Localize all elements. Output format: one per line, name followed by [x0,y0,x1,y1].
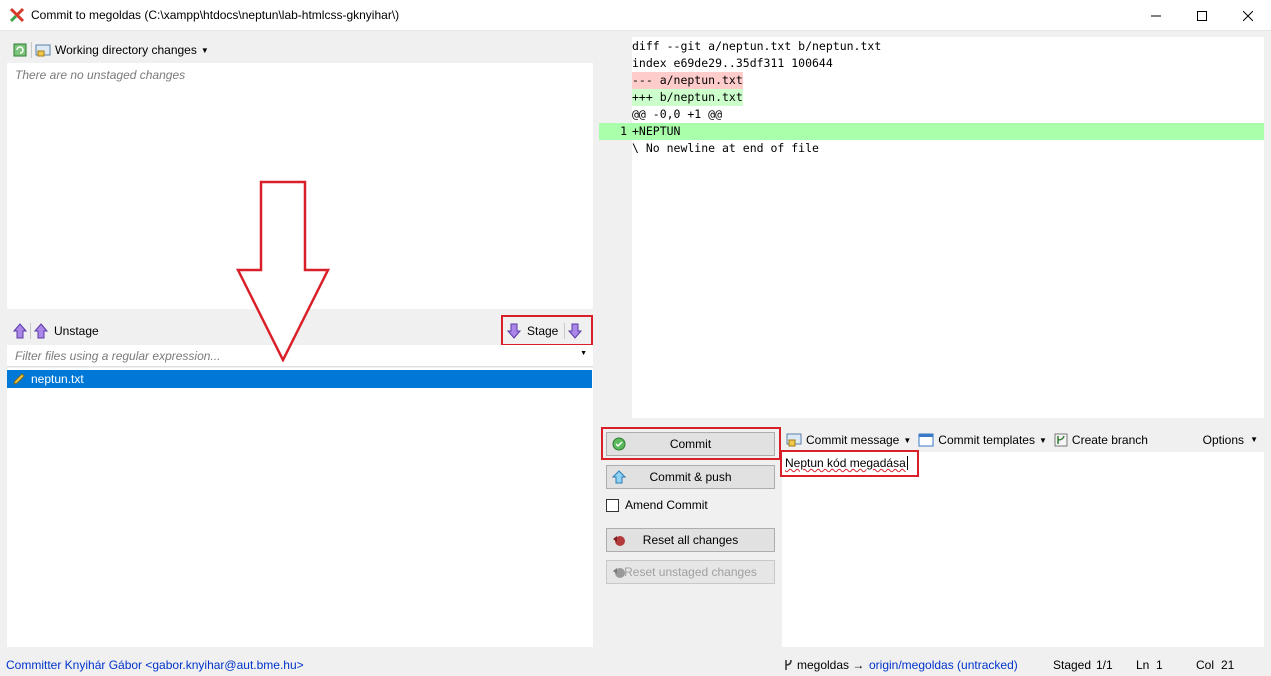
unstaged-toolbar: Working directory changes ▼ [7,37,593,63]
unstage-all-icon[interactable] [13,322,27,339]
line-value: 1 [1156,658,1163,672]
diff-line-number: 1 [599,123,632,140]
diff-gutter [599,37,632,418]
diff-line: +++ b/neptun.txt [632,89,743,106]
reset-all-button[interactable]: Reset all changes [606,528,775,552]
minimize-button[interactable] [1133,0,1179,31]
git-extensions-icon [9,7,25,23]
commit-message-dropdown[interactable]: Commit message [806,433,899,447]
push-arrow-icon [612,470,626,484]
stage-highlight-box [501,315,593,346]
current-branch: megoldas → [797,658,865,672]
chevron-down-icon[interactable]: ▼ [1039,436,1047,445]
filter-dropdown-icon[interactable]: ▼ [580,350,587,357]
reset-all-label: Reset all changes [642,533,739,547]
commit-message-icon [786,433,802,447]
chevron-down-icon[interactable]: ▼ [903,436,911,445]
diff-line: diff --git a/neptun.txt b/neptun.txt [632,39,882,53]
staged-label: Staged [1053,658,1092,672]
amend-commit-checkbox[interactable]: Amend Commit [606,497,708,513]
branch-icon [785,659,792,670]
diff-line: index e69de29..35df311 100644 [632,56,833,70]
toolbar-separator [31,42,32,58]
reset-unstaged-button[interactable]: Reset unstaged changes [606,560,775,584]
unstage-icon[interactable] [34,322,48,339]
remote-branch[interactable]: origin/megoldas (untracked) [869,658,1018,672]
window-title: Commit to megoldas (C:\xampp\htdocs\nept… [31,8,400,22]
working-directory-dropdown[interactable]: Working directory changes [55,43,197,57]
annotation-arrow-icon [236,180,330,362]
commit-message-toolbar: Commit message ▼ Commit templates ▼ Crea… [782,428,1264,452]
pencil-icon [13,373,25,385]
reset-unstaged-icon [613,568,625,578]
close-icon [1243,10,1253,21]
options-dropdown[interactable]: Options [1203,433,1244,447]
diff-line: @@ -0,0 +1 @@ [632,107,723,121]
chevron-down-icon[interactable]: ▼ [1250,435,1258,444]
amend-commit-label: Amend Commit [625,498,708,512]
line-label: Ln [1136,658,1150,672]
column-label: Col [1196,658,1215,672]
message-highlight-box [780,450,919,477]
staged-file-name: neptun.txt [31,372,84,386]
commit-push-button[interactable]: Commit & push [606,465,775,489]
maximize-button[interactable] [1179,0,1225,31]
commit-message-editor[interactable]: Neptun kód megadása [782,452,1264,647]
toolbar-separator [30,322,31,339]
staged-file-list[interactable]: neptun.txt [7,368,593,647]
diff-line: +NEPTUN [632,123,1264,140]
diff-viewer[interactable]: diff --git a/neptun.txt b/neptun.txt inde… [599,37,1264,418]
working-directory-icon [35,44,51,57]
filter-placeholder: Filter files using a regular expression.… [15,349,221,363]
chevron-down-icon[interactable]: ▼ [201,46,209,55]
minimize-icon [1151,15,1161,16]
commit-templates-dropdown[interactable]: Commit templates [938,433,1035,447]
diff-line: --- a/neptun.txt [632,72,743,89]
reset-icon [613,536,625,546]
committer-info[interactable]: Committer Knyihár Gábor <gabor.knyihar@a… [6,658,304,672]
diff-line: \ No newline at end of file [632,141,819,155]
status-bar: Committer Knyihár Gábor <gabor.knyihar@a… [0,654,1271,676]
close-button[interactable] [1225,0,1271,31]
staged-count: 1/1 [1096,658,1113,672]
refresh-icon[interactable] [12,42,28,58]
create-branch-button[interactable]: Create branch [1072,433,1148,447]
reset-unstaged-label: Reset unstaged changes [624,565,757,579]
unstage-button[interactable]: Unstage [54,324,99,338]
title-bar: Commit to megoldas (C:\xampp\htdocs\nept… [0,0,1271,31]
commit-templates-icon [918,433,934,447]
create-branch-icon [1054,433,1068,447]
maximize-icon [1197,10,1207,21]
checkbox-box[interactable] [606,498,619,512]
commit-highlight-box [601,427,781,460]
empty-unstaged-message: There are no unstaged changes [15,68,186,82]
commit-push-label: Commit & push [649,470,732,484]
staged-file-row[interactable]: neptun.txt [7,370,592,388]
column-value: 21 [1221,658,1235,672]
